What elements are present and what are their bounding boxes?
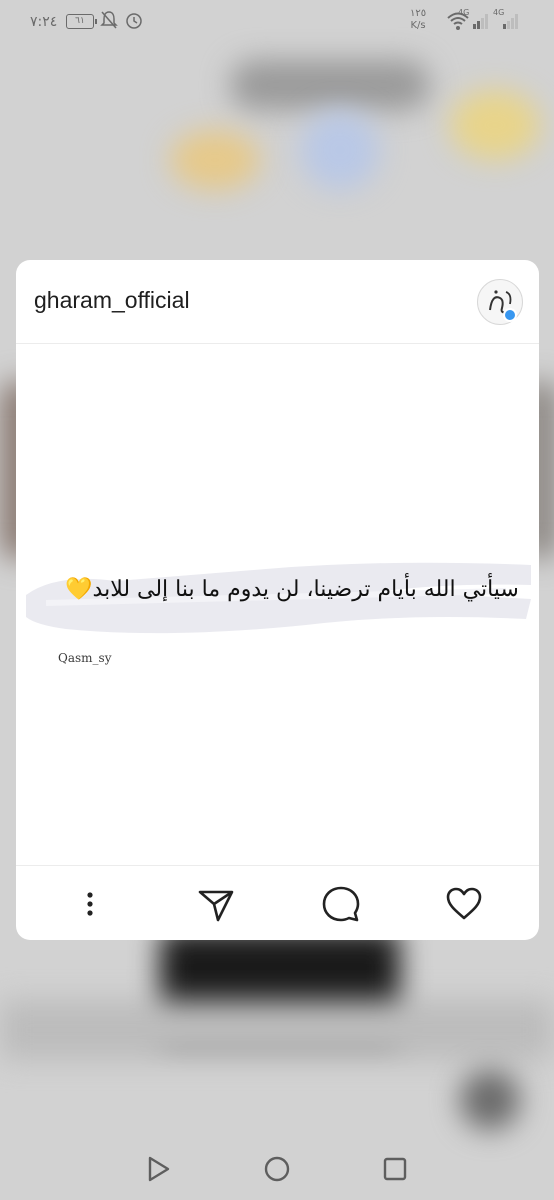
credit-text: Qasm_sy	[58, 651, 112, 665]
post-preview-card: gharam_official سيأتي الله بأيام ترضينا،…	[16, 260, 539, 940]
alarm-icon	[126, 13, 142, 29]
calligraphy-logo-icon	[489, 290, 514, 314]
comment-icon	[322, 886, 360, 922]
share-button[interactable]	[196, 884, 236, 924]
post-header: gharam_official	[16, 260, 539, 344]
signal-icon	[473, 14, 488, 29]
heart-icon	[446, 887, 482, 920]
home-button[interactable]	[263, 1155, 291, 1183]
like-button[interactable]	[444, 884, 484, 924]
more-button[interactable]	[70, 884, 110, 924]
clock: ٧:٢٤	[30, 14, 58, 30]
circle-home-icon	[264, 1156, 290, 1182]
back-button[interactable]	[144, 1155, 172, 1183]
recents-button[interactable]	[381, 1155, 409, 1183]
network-speed: ١٢٥ K/s	[410, 8, 427, 31]
bell-off-icon	[100, 11, 118, 29]
status-bar: ٧:٢٤ ٦١ ١٢٥ K/s 4G 4G	[0, 0, 554, 46]
square-recents-icon	[383, 1157, 407, 1181]
battery-icon: ٦١	[66, 14, 97, 29]
send-icon	[198, 890, 234, 922]
navigation-bar	[0, 1130, 554, 1200]
username[interactable]: gharam_official	[34, 287, 190, 314]
more-icon	[87, 892, 93, 916]
verified-badge	[503, 308, 517, 322]
signal-icon	[503, 14, 518, 29]
action-bar	[16, 865, 539, 940]
triangle-back-icon	[148, 1156, 170, 1182]
quote-text: سيأتي الله بأيام ترضينا، لن يدوم ما بنا …	[65, 577, 519, 602]
post-image[interactable]: سيأتي الله بأيام ترضينا، لن يدوم ما بنا …	[16, 345, 539, 865]
comment-button[interactable]	[321, 884, 361, 924]
